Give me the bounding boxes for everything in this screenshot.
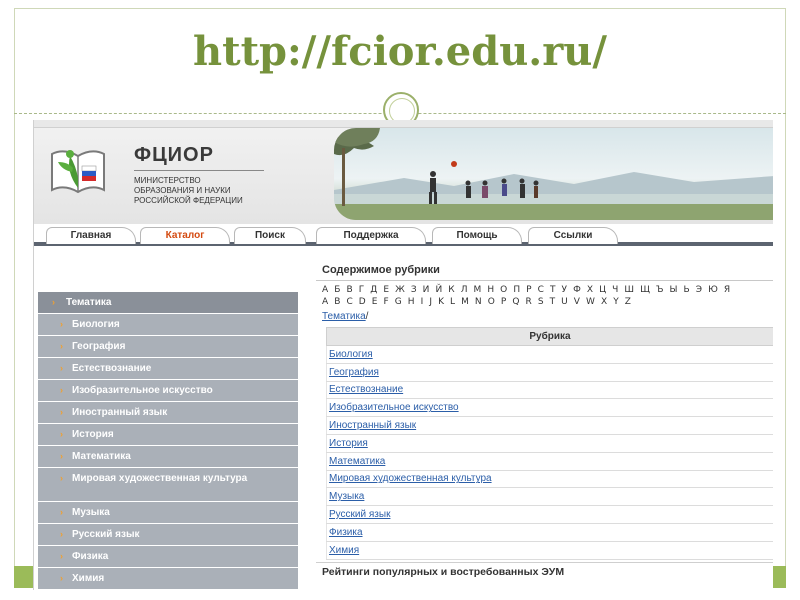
green-band-left [14,566,34,588]
sidebar-header[interactable]: › Тематика [38,292,298,313]
slide-border-left [14,8,15,588]
sidebar-item-label: История [72,429,114,440]
sidebar-item-world-art-culture[interactable]: › Мировая художественная культура [38,468,298,501]
sidebar-menu: › Тематика › Биология › География › Естеств… [38,292,298,590]
chevron-right-icon: › [52,297,55,307]
logo-subtitle-line: МИНИСТЕРСТВО [134,176,201,185]
sidebar-item-physics[interactable]: › Физика [38,546,298,567]
rubric-link[interactable]: Изобразительное искусство [329,402,459,413]
table-header: Рубрика [326,327,773,346]
book-logo-icon [51,150,105,194]
rubric-link[interactable]: История [329,438,368,449]
tab-pomoshch[interactable]: Помощь [432,227,522,244]
sidebar-item-russian-language[interactable]: › Русский язык [38,524,298,545]
alphabet-latin-index[interactable]: A B C D E F G H I J K L M N O P Q R S T … [322,297,633,307]
sidebar-item-geography[interactable]: › География [38,336,298,357]
section-title: Содержимое рубрики [322,264,440,276]
chevron-right-icon: › [60,473,63,483]
logo-subtitle-line: РОССИЙСКОЙ ФЕДЕРАЦИИ [134,196,243,205]
site-header: ФЦИОР МИНИСТЕРСТВО ОБРАЗОВАНИЯ И НАУКИ Р… [34,120,773,224]
chevron-right-icon: › [60,451,63,461]
chevron-right-icon: › [60,363,63,373]
sidebar-item-history[interactable]: › История [38,424,298,445]
table-row: История [326,434,773,453]
table-row: Иностранный язык [326,416,773,435]
breadcrumb-link[interactable]: Тематика [322,311,366,322]
rubric-link[interactable]: Музыка [329,491,364,502]
sidebar-item-label: Биология [72,319,120,330]
sidebar-item-label: Изобразительное искусство [72,385,213,396]
rubric-link[interactable]: Физика [329,527,363,538]
table-row: Химия [326,541,773,560]
chevron-right-icon: › [60,341,63,351]
chevron-right-icon: › [60,507,63,517]
ratings-section-title: Рейтинги популярных и востребованных ЭУМ [322,566,565,578]
table-row: География [326,363,773,382]
website-screenshot: ФЦИОР МИНИСТЕРСТВО ОБРАЗОВАНИЯ И НАУКИ Р… [33,120,773,590]
rubric-link[interactable]: Естествознание [329,384,403,395]
sidebar-item-label: Музыка [72,507,110,518]
table-row: Музыка [326,487,773,507]
sidebar-item-label: Иностранный язык [72,407,168,418]
header-strip [34,120,773,128]
table-row: Математика [326,452,773,471]
rubric-link[interactable]: Иностранный язык [329,420,416,431]
tab-katalog[interactable]: Каталог [140,227,230,244]
table-row: Биология [326,345,773,364]
header-banner-image [334,128,773,220]
table-row: Естествознание [326,381,773,400]
slide-border-right [785,8,786,588]
logo-subtitle: МИНИСТЕРСТВО ОБРАЗОВАНИЯ И НАУКИ РОССИЙС… [134,176,284,206]
tab-ssylki[interactable]: Ссылки [528,227,618,244]
slide-title: http://fcior.edu.ru/ [193,28,607,75]
logo-rule [134,170,264,171]
breadcrumb-separator: / [365,311,369,322]
rubric-link[interactable]: Химия [329,545,359,556]
sidebar-item-label: Мировая художественная культура [72,473,248,484]
chevron-right-icon: › [60,385,63,395]
tab-podderzhka[interactable]: Поддержка [316,227,426,244]
sidebar-item-chemistry[interactable]: › Химия [38,568,298,589]
rubric-table: Рубрика Биология География Естествознани… [326,327,773,560]
green-band-right [772,566,786,588]
sidebar-item-label: География [72,341,126,352]
chevron-right-icon: › [60,529,63,539]
table-row: Физика [326,523,773,542]
sidebar-item-fine-art[interactable]: › Изобразительное искусство [38,380,298,401]
sidebar-item-foreign-language[interactable]: › Иностранный язык [38,402,298,423]
sidebar-item-label: Физика [72,551,109,562]
rubric-link[interactable]: География [329,367,379,378]
sidebar-item-label: Математика [72,451,131,462]
sidebar-item-biology[interactable]: › Биология [38,314,298,335]
chevron-right-icon: › [60,407,63,417]
sidebar-item-label: Русский язык [72,529,140,540]
chevron-right-icon: › [60,573,63,583]
rubric-link[interactable]: Мировая художественная культура [329,473,492,484]
table-row: Мировая художественная культура [326,470,773,489]
table-row: Изобразительное искусство [326,398,773,418]
table-row: Русский язык [326,505,773,524]
breadcrumb: Тематика/ [322,311,368,322]
section-title-rule [316,280,773,281]
alphabet-cyrillic-index[interactable]: А Б В Г Д Е Ж З И Й К Л М Н О П Р С Т У … [322,285,732,295]
footer-rule [316,562,773,563]
tab-poisk[interactable]: Поиск [234,227,306,244]
logo-subtitle-line: ОБРАЗОВАНИЯ И НАУКИ [134,186,231,195]
sidebar-item-label: Химия [72,573,105,584]
slide-border-top [14,8,786,9]
banner-scene-illustration [334,128,773,220]
rubric-link[interactable]: Математика [329,456,385,467]
sidebar-item-natural-science[interactable]: › Естествознание [38,358,298,379]
rubric-link[interactable]: Биология [329,349,373,360]
tab-glavnaya[interactable]: Главная [46,227,136,244]
sidebar-item-label: Естествознание [72,363,152,374]
sidebar-header-label: Тематика [66,297,112,308]
sidebar-item-mathematics[interactable]: › Математика [38,446,298,467]
chevron-right-icon: › [60,551,63,561]
logo-title: ФЦИОР [134,144,214,166]
rubric-link[interactable]: Русский язык [329,509,390,520]
sidebar-item-music[interactable]: › Музыка [38,502,298,523]
chevron-right-icon: › [60,319,63,329]
chevron-right-icon: › [60,429,63,439]
